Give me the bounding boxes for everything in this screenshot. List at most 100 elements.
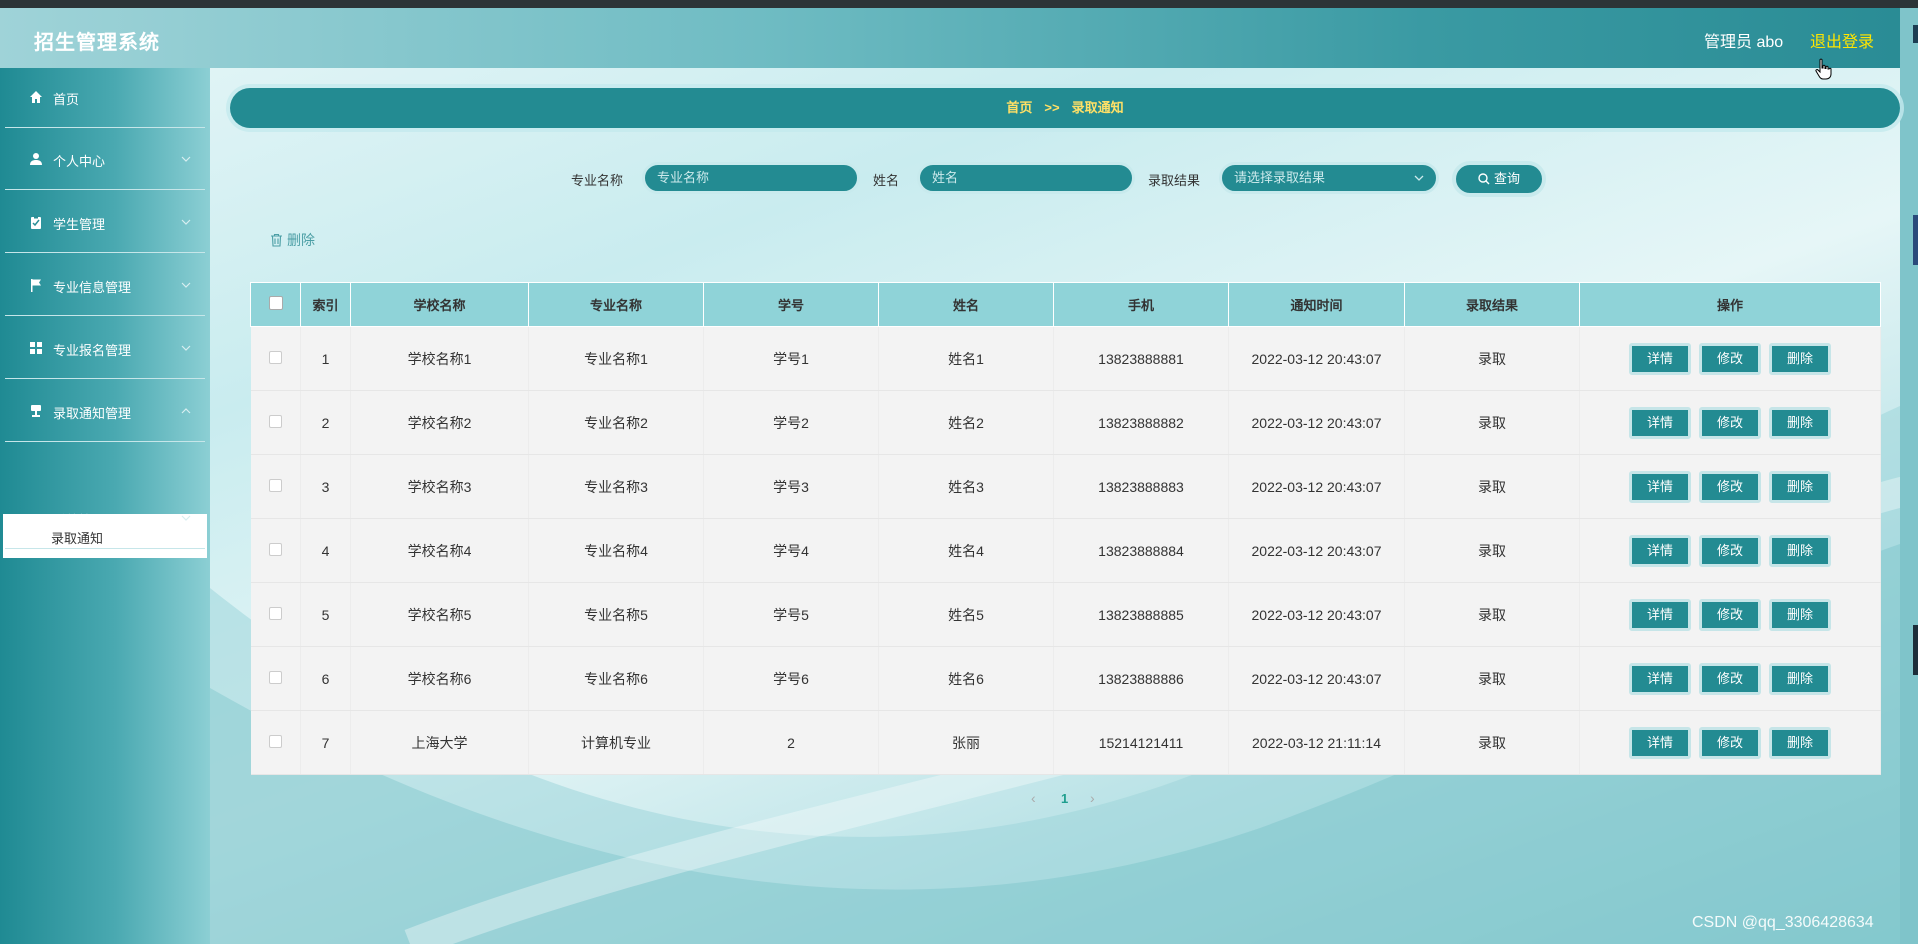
- chevron-down-icon: [181, 282, 191, 288]
- cell-name: 姓名6: [878, 646, 1054, 711]
- sidebar-item-label: 专业报名管理: [53, 343, 132, 358]
- row-checkbox[interactable]: [268, 350, 282, 364]
- table-row: 7 上海大学 计算机专业 2 张丽 15214121411 2022-03-12…: [250, 710, 1881, 775]
- admission-table: 索引 学校名称 专业名称 学号 姓名 手机 通知时间 录取结果 操作 1 学校名…: [250, 282, 1881, 775]
- cell-actions: 详情 修改 删除: [1579, 710, 1881, 775]
- cell-phone: 13823888885: [1053, 582, 1229, 647]
- flag-icon: [31, 279, 41, 292]
- detail-button[interactable]: 详情: [1629, 470, 1691, 503]
- cell-result: 录取: [1404, 710, 1580, 775]
- cell-index: 6: [300, 646, 351, 711]
- delete-button[interactable]: 删除: [1769, 598, 1831, 631]
- edge-marker: [1913, 215, 1918, 265]
- cell-time: 2022-03-12 20:43:07: [1228, 454, 1405, 519]
- detail-button[interactable]: 详情: [1629, 726, 1691, 759]
- cell-time: 2022-03-12 20:43:07: [1228, 390, 1405, 455]
- result-select[interactable]: 请选择录取结果: [1219, 162, 1439, 194]
- query-button[interactable]: 查询: [1452, 161, 1546, 197]
- sidebar-item-label: 个人中心: [53, 154, 106, 169]
- edit-button[interactable]: 修改: [1699, 534, 1761, 567]
- edit-button[interactable]: 修改: [1699, 342, 1761, 375]
- top-header: 招生管理系统 管理员 abo 退出登录: [0, 8, 1900, 68]
- cell-actions: 详情 修改 删除: [1579, 326, 1881, 391]
- row-checkbox[interactable]: [268, 606, 282, 620]
- search-icon: [1478, 173, 1490, 185]
- delete-button[interactable]: 删除: [1769, 406, 1831, 439]
- cell-major: 专业名称4: [528, 518, 704, 583]
- delete-button[interactable]: 删除: [1769, 662, 1831, 695]
- result-placeholder: 请选择录取结果: [1234, 170, 1326, 185]
- page-number-button[interactable]: 1: [1061, 791, 1068, 806]
- sidebar-item-students[interactable]: 学生管理: [5, 193, 205, 253]
- prev-page-button[interactable]: ‹: [1031, 790, 1036, 806]
- sidebar-item-enrollment[interactable]: 专业报名管理: [5, 319, 205, 379]
- sidebar-item-majors[interactable]: 专业信息管理: [5, 256, 205, 316]
- table-row: 5 学校名称5 专业名称5 学号5 姓名5 13823888885 2022-0…: [250, 582, 1881, 647]
- sidebar-item-home[interactable]: 首页: [5, 68, 205, 128]
- edit-button[interactable]: 修改: [1699, 662, 1761, 695]
- sidebar-item-admission-notice[interactable]: 录取通知管理: [5, 382, 205, 442]
- chevron-down-icon: [1414, 175, 1424, 181]
- cell-result: 录取: [1404, 518, 1580, 583]
- grid-icon: [30, 342, 42, 354]
- column-header: 专业名称: [528, 282, 704, 327]
- row-select-cell: [250, 390, 301, 455]
- row-select-cell: [250, 710, 301, 775]
- cell-phone: 13823888883: [1053, 454, 1229, 519]
- row-select-cell: [250, 326, 301, 391]
- name-input[interactable]: 姓名: [917, 162, 1135, 194]
- edit-button[interactable]: 修改: [1699, 470, 1761, 503]
- bulk-delete-button[interactable]: 删除: [270, 230, 315, 250]
- edit-button[interactable]: 修改: [1699, 406, 1761, 439]
- column-header: 手机: [1053, 282, 1229, 327]
- detail-button[interactable]: 详情: [1629, 406, 1691, 439]
- breadcrumb-home[interactable]: 首页: [1006, 100, 1032, 115]
- cell-student-no: 学号1: [703, 326, 879, 391]
- detail-button[interactable]: 详情: [1629, 534, 1691, 567]
- cell-student-no: 学号2: [703, 390, 879, 455]
- bulk-delete-label: 删除: [287, 232, 315, 248]
- select-all-header[interactable]: [250, 282, 301, 327]
- cell-index: 7: [300, 710, 351, 775]
- sidebar-item-system[interactable]: 系统管理: [5, 489, 205, 549]
- detail-button[interactable]: 详情: [1629, 342, 1691, 375]
- delete-button[interactable]: 删除: [1769, 534, 1831, 567]
- table-row: 6 学校名称6 专业名称6 学号6 姓名6 13823888886 2022-0…: [250, 646, 1881, 711]
- name-label: 姓名: [873, 173, 900, 188]
- cell-major: 专业名称6: [528, 646, 704, 711]
- cell-major: 专业名称1: [528, 326, 704, 391]
- delete-button[interactable]: 删除: [1769, 726, 1831, 759]
- row-select-cell: [250, 646, 301, 711]
- column-header: 索引: [300, 282, 351, 327]
- detail-button[interactable]: 详情: [1629, 598, 1691, 631]
- cell-phone: 13823888881: [1053, 326, 1229, 391]
- edit-button[interactable]: 修改: [1699, 598, 1761, 631]
- delete-button[interactable]: 删除: [1769, 342, 1831, 375]
- row-checkbox[interactable]: [268, 478, 282, 492]
- edit-button[interactable]: 修改: [1699, 726, 1761, 759]
- clipboard-icon: [31, 215, 41, 229]
- row-checkbox[interactable]: [268, 414, 282, 428]
- result-label: 录取结果: [1148, 173, 1201, 188]
- row-checkbox[interactable]: [268, 670, 282, 684]
- hand-cursor-icon: [1815, 58, 1832, 80]
- row-checkbox[interactable]: [268, 734, 282, 748]
- sidebar-item-profile[interactable]: 个人中心: [5, 130, 205, 190]
- row-select-cell: [250, 454, 301, 519]
- user-icon: [30, 153, 42, 165]
- delete-button[interactable]: 删除: [1769, 470, 1831, 503]
- chevron-down-icon: [181, 345, 191, 351]
- cell-index: 2: [300, 390, 351, 455]
- cell-phone: 13823888882: [1053, 390, 1229, 455]
- logout-link[interactable]: 退出登录: [1810, 28, 1874, 52]
- column-header: 录取结果: [1404, 282, 1580, 327]
- select-all-checkbox[interactable]: [268, 296, 283, 310]
- cell-phone: 13823888886: [1053, 646, 1229, 711]
- row-checkbox[interactable]: [268, 542, 282, 556]
- detail-button[interactable]: 详情: [1629, 662, 1691, 695]
- next-page-button[interactable]: ›: [1090, 790, 1095, 806]
- cell-phone: 13823888884: [1053, 518, 1229, 583]
- major-input[interactable]: 专业名称: [642, 162, 860, 194]
- cell-school: 学校名称2: [350, 390, 529, 455]
- cell-student-no: 学号6: [703, 646, 879, 711]
